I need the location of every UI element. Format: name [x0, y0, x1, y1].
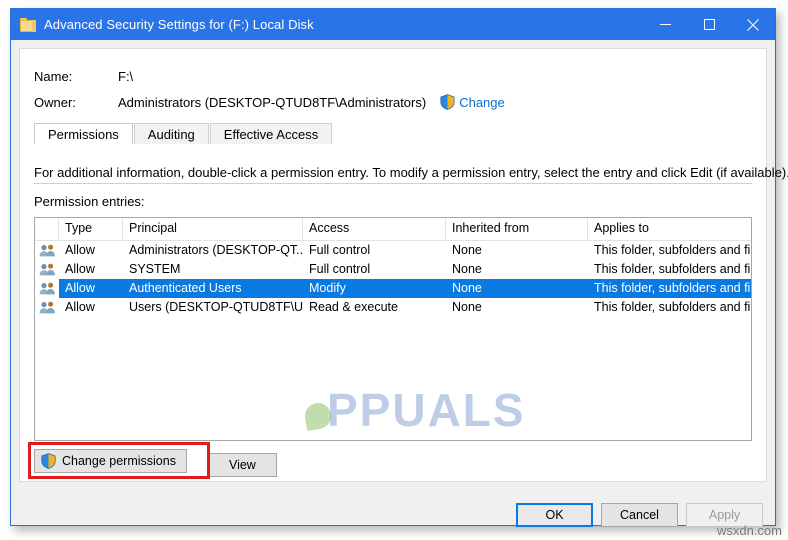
table-row[interactable]: Allow Authenticated Users Modify None This f… — [35, 279, 751, 298]
ok-button[interactable]: OK — [516, 503, 593, 527]
column-header-access[interactable]: Access — [303, 218, 446, 240]
cell-type: Allow — [65, 262, 95, 276]
owner-change-control[interactable]: Change — [440, 94, 505, 110]
tab-permissions[interactable]: Permissions — [34, 123, 133, 144]
cell-principal: Administrators (DESKTOP-QT... — [129, 243, 303, 257]
cell-principal: SYSTEM — [129, 262, 181, 276]
uac-shield-icon — [41, 453, 56, 469]
table-row[interactable]: Allow Administrators (DESKTOP-QT... Full c… — [35, 241, 751, 260]
wsxdn-watermark: wsxdn.com — [716, 523, 782, 538]
column-header-principal[interactable]: Principal — [123, 218, 303, 240]
name-value: F:\ — [118, 68, 134, 84]
users-group-icon — [35, 279, 59, 298]
change-permissions-button[interactable]: Change permissions — [34, 449, 187, 473]
table-row[interactable]: Allow Users (DESKTOP-QTUD8TF\Us... Read & … — [35, 298, 751, 317]
name-row: Name: F:\ — [20, 63, 766, 89]
tab-auditing[interactable]: Auditing — [133, 123, 209, 144]
cell-inherited-from: None — [446, 279, 588, 298]
advanced-security-settings-dialog: Advanced Security Settings for (F:) Loca… — [10, 8, 788, 527]
permission-entries-list[interactable]: Type Principal Access Inherited from App… — [34, 217, 752, 441]
users-group-icon — [35, 260, 59, 279]
permission-entries-label: Permission entries: — [34, 194, 145, 209]
table-row[interactable]: Allow SYSTEM Full control None This folder, … — [35, 260, 751, 279]
owner-value: Administrators (DESKTOP-QTUD8TF\Administ… — [118, 94, 427, 110]
cell-type: Allow — [65, 300, 95, 314]
column-header-inherited-from[interactable]: Inherited from — [446, 218, 588, 240]
cell-inherited-from: None — [452, 300, 482, 314]
owner-row: Owner: Administrators (DESKTOP-QTUD8TF\A… — [20, 89, 766, 115]
cell-inherited-from: None — [452, 243, 482, 257]
cell-access: Full control — [309, 262, 371, 276]
name-label: Name: — [34, 68, 73, 84]
permissions-panel: For additional information, double-click… — [20, 145, 788, 481]
cell-access: Read & execute — [309, 300, 398, 314]
close-icon[interactable] — [731, 9, 775, 40]
column-header-icon[interactable] — [35, 218, 59, 240]
owner-change-link[interactable]: Change — [459, 95, 505, 110]
cell-principal: Users (DESKTOP-QTUD8TF\Us... — [129, 300, 303, 314]
cell-type: Allow — [59, 279, 123, 298]
folder-icon — [20, 17, 36, 32]
cell-inherited-from: None — [452, 262, 482, 276]
cell-access: Modify — [303, 279, 446, 298]
column-header-applies-to[interactable]: Applies to — [588, 218, 751, 240]
cell-applies-to: This folder, subfolders and files — [588, 279, 751, 298]
cell-applies-to: This folder, subfolders and files — [594, 262, 751, 276]
header-fields: Name: F:\ Owner: Administrators (DESKTOP… — [20, 49, 766, 122]
dialog-footer: OK Cancel Apply — [11, 482, 775, 527]
info-text: For additional information, double-click… — [34, 165, 788, 180]
list-body: Allow Administrators (DESKTOP-QT... Full c… — [35, 241, 751, 317]
tab-effective-access[interactable]: Effective Access — [209, 123, 333, 144]
minimize-icon[interactable] — [643, 9, 687, 40]
tab-strip: Permissions Auditing Effective Access — [34, 122, 766, 144]
change-permissions-label: Change permissions — [62, 454, 176, 468]
column-header-type[interactable]: Type — [59, 218, 123, 240]
title-bar[interactable]: Advanced Security Settings for (F:) Loca… — [11, 9, 775, 40]
cell-type: Allow — [65, 243, 95, 257]
maximize-icon[interactable] — [687, 9, 731, 40]
users-group-icon — [35, 241, 59, 260]
cell-access: Full control — [309, 243, 371, 257]
lower-button-row: Change permissions View — [34, 449, 278, 477]
users-group-icon — [35, 298, 59, 317]
cell-applies-to: This folder, subfolders and files — [594, 243, 751, 257]
cancel-button[interactable]: Cancel — [601, 503, 678, 527]
cell-applies-to: This folder, subfolders and files — [594, 300, 751, 314]
uac-shield-icon — [440, 94, 455, 110]
window-title: Advanced Security Settings for (F:) Loca… — [44, 17, 314, 32]
dialog-client-area: Name: F:\ Owner: Administrators (DESKTOP… — [19, 48, 788, 482]
view-button[interactable]: View — [207, 453, 278, 477]
cell-principal: Authenticated Users — [123, 279, 303, 298]
list-header-row: Type Principal Access Inherited from App… — [35, 218, 751, 241]
owner-label: Owner: — [34, 94, 76, 110]
window-controls — [643, 9, 775, 40]
